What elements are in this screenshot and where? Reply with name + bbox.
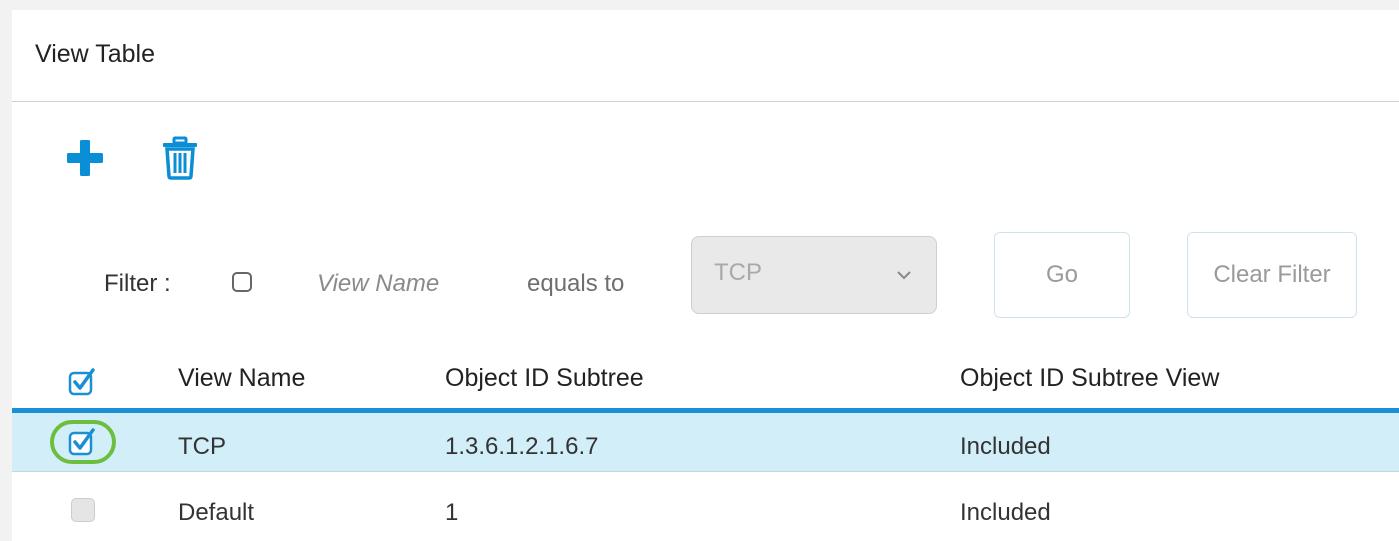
select-all-checkbox[interactable] (68, 368, 96, 396)
cell-object-id-subtree: 1 (445, 499, 459, 526)
table-row[interactable]: TCP 1.3.6.1.2.1.6.7 Included (12, 413, 1399, 472)
cell-view-name: Default (178, 499, 255, 526)
filter-label: Filter : (104, 270, 171, 297)
plus-icon[interactable] (65, 138, 105, 178)
panel-title: View Table (35, 40, 155, 68)
column-header-object-id-subtree-view: Object ID Subtree View (960, 364, 1220, 392)
title-divider (12, 101, 1399, 102)
view-table-panel: View Table Filter : View Name equals to … (12, 10, 1399, 541)
trash-icon[interactable] (160, 136, 200, 180)
cell-subtree-view: Included (960, 433, 1051, 460)
filter-enable-checkbox[interactable] (232, 272, 252, 292)
column-header-view-name: View Name (178, 364, 306, 392)
clear-filter-button[interactable]: Clear Filter (1187, 232, 1357, 318)
chevron-down-icon (897, 271, 911, 280)
row-checkbox[interactable] (67, 427, 97, 457)
filter-operator-label: equals to (527, 270, 625, 297)
filter-value-select[interactable]: TCP (691, 236, 937, 314)
cell-object-id-subtree: 1.3.6.1.2.1.6.7 (445, 433, 599, 460)
cell-view-name: TCP (178, 433, 226, 460)
row-checkbox[interactable] (71, 498, 95, 522)
filter-select-value: TCP (714, 259, 762, 286)
filter-field-label: View Name (317, 270, 440, 297)
column-header-object-id-subtree: Object ID Subtree (445, 364, 644, 392)
cell-subtree-view: Included (960, 499, 1051, 526)
go-button[interactable]: Go (994, 232, 1130, 318)
table-row[interactable]: Default 1 Included (12, 480, 1399, 540)
